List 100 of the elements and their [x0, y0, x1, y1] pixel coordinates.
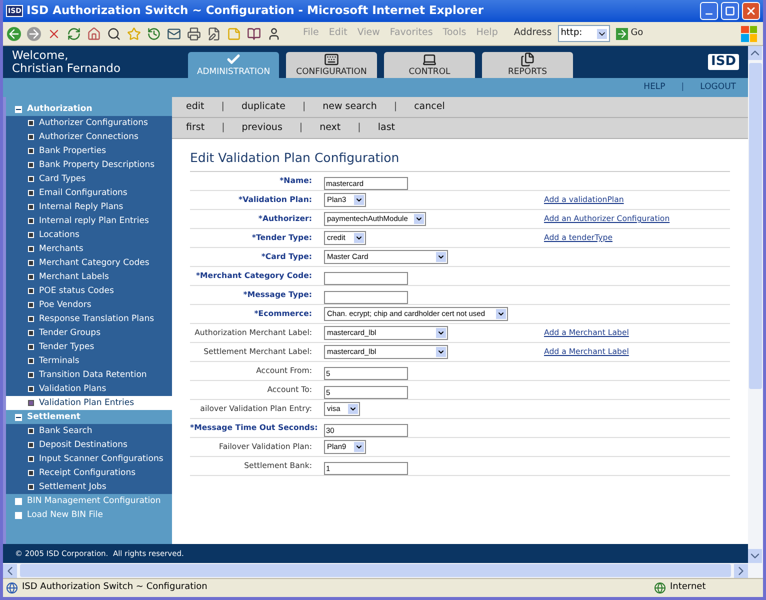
action-link[interactable]: duplicate	[241, 100, 286, 114]
person-icon[interactable]	[267, 26, 281, 40]
keyboard-icon	[324, 52, 339, 67]
address-label: Address	[514, 26, 552, 40]
minimize-button[interactable]	[700, 2, 718, 20]
scroll-right-icon[interactable]	[734, 564, 748, 578]
close-button[interactable]	[742, 2, 760, 20]
bullet-icon	[28, 218, 34, 224]
bullet-icon	[28, 456, 34, 462]
scroll-thumb[interactable]	[20, 564, 731, 577]
bullet-icon	[28, 162, 34, 168]
sidebar-item[interactable]: Bank Properties	[6, 144, 172, 158]
sidebar-item[interactable]: Email Configurations	[6, 186, 172, 200]
nav-link[interactable]: last	[378, 120, 395, 136]
sidebar-item[interactable]: Response Translation Plans	[6, 312, 172, 326]
action-link[interactable]: cancel	[414, 100, 445, 114]
sidebar-item[interactable]: Locations	[6, 228, 172, 242]
go-button[interactable]: Go	[616, 26, 644, 40]
welcome-text: Christian Fernando	[12, 62, 122, 75]
sidebar-item[interactable]: Input Scanner Configurations	[6, 452, 172, 466]
sidebar-item[interactable]: Internal Reply Plans	[6, 200, 172, 214]
sidebar-item[interactable]: Terminals	[6, 354, 172, 368]
sidebar-item[interactable]: Validation Plan Entries	[6, 396, 172, 410]
sidebar-item[interactable]: Merchant Labels	[6, 270, 172, 284]
address-field[interactable]: http:	[558, 25, 610, 42]
history-icon[interactable]	[147, 26, 161, 40]
bullet-icon	[28, 204, 34, 210]
bullet-icon	[28, 442, 34, 448]
book-icon[interactable]	[247, 26, 261, 40]
sidebar-item[interactable]: Merchants	[6, 242, 172, 256]
star-icon[interactable]	[127, 26, 141, 40]
nav-link[interactable]: next	[320, 120, 341, 136]
sidebar-item[interactable]: Tender Types	[6, 340, 172, 354]
text-field[interactable]	[324, 290, 408, 304]
sidebar-item[interactable]: Validation Plans	[6, 382, 172, 396]
bullet-icon	[28, 428, 34, 434]
separator: |	[222, 120, 225, 135]
scroll-thumb[interactable]	[749, 63, 762, 389]
bullet-icon	[28, 148, 34, 154]
maximize-button[interactable]	[721, 2, 739, 20]
sidebar-item[interactable]: Deposit Destinations	[6, 438, 172, 452]
nav-tab[interactable]: CONFIGURATION	[286, 52, 377, 78]
separator: |	[221, 100, 224, 114]
utility-link[interactable]: LOGOUT	[700, 81, 736, 94]
search-icon[interactable]	[107, 26, 121, 40]
action-link[interactable]: edit	[186, 100, 204, 114]
refresh-icon[interactable]	[67, 26, 81, 40]
bullet-icon	[28, 470, 34, 476]
sidebar-item[interactable]: Merchant Category Codes	[6, 256, 172, 270]
form-title: Edit Validation Plan Configuration	[190, 149, 730, 172]
laptop-icon	[422, 52, 437, 67]
scroll-up-icon[interactable]	[748, 46, 762, 60]
sidebar-item[interactable]: Poe Vendors	[6, 298, 172, 312]
bullet-icon	[28, 400, 34, 406]
printer-icon[interactable]	[187, 26, 201, 40]
sidebar-item[interactable]: Receipt Configurations	[6, 466, 172, 480]
bullet-icon	[28, 134, 34, 140]
bullet-icon	[28, 232, 34, 238]
bullet-icon	[28, 176, 34, 182]
text-field[interactable]	[324, 272, 408, 285]
utility-link[interactable]: HELP	[644, 81, 666, 94]
sidebar-item[interactable]: Internal reply Plan Entries	[6, 214, 172, 228]
sidebar-item[interactable]: Settlement Jobs	[6, 480, 172, 494]
bullet-icon	[28, 288, 34, 294]
bullet-icon	[28, 260, 34, 266]
horizontal-scrollbar[interactable]	[3, 563, 763, 578]
back-icon[interactable]	[7, 26, 21, 40]
sidebar-item[interactable]: Authorizer Connections	[6, 130, 172, 144]
sidebar-item[interactable]: Card Types	[6, 172, 172, 186]
nav-tab[interactable]: CONTROL	[384, 52, 475, 78]
sidebar-item[interactable]: Bank Property Descriptions	[6, 158, 172, 172]
separator: |	[299, 120, 303, 135]
sidebar-item[interactable]: Tender Groups	[6, 326, 172, 340]
sidebar-item[interactable]: POE status Codes	[6, 284, 172, 298]
dropdown-icon	[596, 28, 607, 38]
nav-link[interactable]: first	[186, 120, 205, 136]
bullet-icon	[28, 484, 34, 490]
nav-link[interactable]: previous	[242, 120, 282, 136]
bullet-icon	[28, 358, 34, 364]
nav-tab[interactable]: REPORTS	[482, 52, 573, 78]
scroll-left-icon[interactable]	[3, 564, 17, 578]
close-icon	[745, 5, 757, 17]
collapse-icon	[15, 414, 22, 420]
scroll-down-icon[interactable]	[748, 549, 762, 563]
action-link[interactable]: new search	[322, 100, 377, 114]
bullet-icon	[15, 512, 22, 518]
mail-icon[interactable]	[167, 26, 181, 40]
documents-icon	[520, 52, 535, 67]
window-title: ISD Authorization Switch ~ Configuration - Microsoft Internet Explorer	[26, 2, 484, 20]
forward-icon[interactable]	[27, 26, 41, 40]
bullet-icon	[28, 386, 34, 392]
separator: |	[394, 100, 398, 114]
sidebar-item[interactable]: Bank Search	[6, 424, 172, 438]
sidebar-item[interactable]: Authorizer Configurations	[6, 116, 172, 130]
sidebar-item[interactable]: Transition Data Retention	[6, 368, 172, 382]
home-icon[interactable]	[87, 26, 101, 40]
vertical-scrollbar[interactable]	[748, 46, 763, 563]
checkmark-icon	[226, 52, 241, 67]
edit-icon[interactable]	[207, 26, 221, 40]
bullet-icon	[28, 274, 34, 280]
